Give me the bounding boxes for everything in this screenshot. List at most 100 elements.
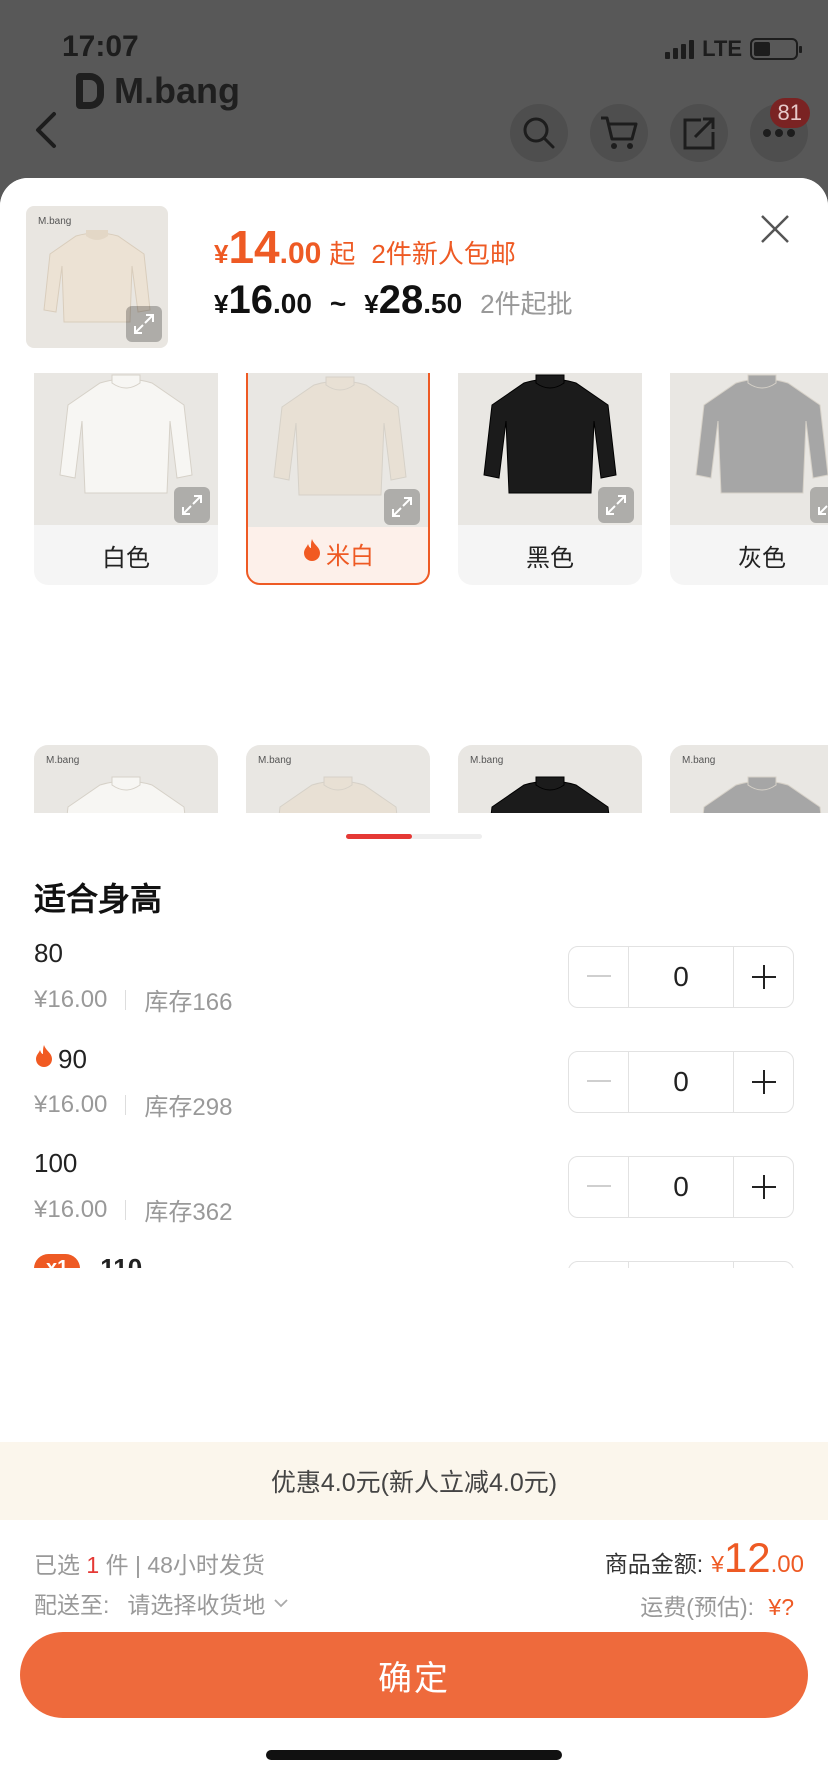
- cart-badge: 81: [769, 98, 810, 128]
- chevron-down-icon: [274, 1599, 289, 1608]
- sku-sheet: M.bang ¥ 14 .00 起 2件新人包邮 ¥ 16 .00 ~ ¥ 28…: [0, 178, 828, 1792]
- color-swatch-image: M.bang: [458, 745, 642, 813]
- quantity-value[interactable]: 0: [629, 1052, 733, 1112]
- cart-icon: [601, 116, 638, 149]
- expand-icon[interactable]: [174, 487, 210, 523]
- quantity-stepper: 1: [568, 1261, 794, 1268]
- size-name: x1 110: [34, 1253, 142, 1268]
- plus-icon: [751, 1175, 776, 1199]
- fire-icon: [34, 1043, 54, 1076]
- background-page: 17:07 LTE M.bang 81: [0, 0, 828, 200]
- goods-amount: 商品金额: ¥ 12 .00: [604, 1534, 804, 1581]
- search-button[interactable]: [510, 104, 568, 162]
- divider: [125, 1199, 127, 1220]
- color-card-logo: M.bang: [682, 755, 716, 766]
- size-name: 80: [34, 938, 63, 968]
- close-icon[interactable]: [758, 212, 792, 246]
- quantity-stepper: 0: [568, 1051, 794, 1113]
- decrement-button[interactable]: [569, 1262, 629, 1268]
- color-card-logo: M.bang: [470, 755, 504, 766]
- fire-icon: [302, 538, 322, 568]
- size-price: ¥16.00: [34, 985, 108, 1013]
- minus-icon: [586, 1080, 611, 1082]
- minus-icon: [586, 1185, 611, 1187]
- quantity-value[interactable]: 0: [629, 947, 733, 1007]
- network-label: LTE: [702, 36, 742, 61]
- increment-button[interactable]: [733, 947, 793, 1007]
- color-option[interactable]: 黑色: [458, 373, 642, 585]
- color-option-label: 灰色: [738, 544, 786, 572]
- order-summary: 已选 1 件 | 48小时发货 配送至: 请选择收货地 商品金额: ¥ 12 .…: [0, 1520, 828, 1792]
- share-button[interactable]: [670, 104, 728, 162]
- expand-icon[interactable]: [598, 487, 634, 523]
- color-card-logo: M.bang: [258, 755, 292, 766]
- color-option[interactable]: 灰色: [670, 373, 828, 585]
- decrement-button[interactable]: [569, 1157, 629, 1217]
- quantity-value[interactable]: 0: [629, 1157, 733, 1217]
- home-indicator: [266, 1750, 562, 1760]
- size-meta: ¥16.00 库存362: [34, 1192, 232, 1227]
- decrement-button[interactable]: [569, 947, 629, 1007]
- increment-button[interactable]: [733, 1157, 793, 1217]
- size-row: 80 ¥16.00 库存166 0: [0, 938, 828, 1058]
- size-meta: ¥16.00 库存298: [34, 1087, 232, 1122]
- size-stock: 库存298: [144, 1094, 233, 1121]
- selected-info: 已选 1 件 | 48小时发货: [34, 1552, 265, 1578]
- decrement-button[interactable]: [569, 1052, 629, 1112]
- new-user-promo: 2件新人包邮: [371, 239, 516, 269]
- expand-icon[interactable]: [384, 489, 420, 525]
- signal-icon: [665, 39, 695, 59]
- ship-to[interactable]: 配送至: 请选择收货地: [34, 1586, 289, 1620]
- confirm-button[interactable]: 确定: [20, 1632, 808, 1718]
- status-indicators: LTE: [665, 36, 802, 62]
- price-range: ¥ 16 .00 ~ ¥ 28 .50 2件起批: [214, 278, 573, 322]
- product-thumbnail[interactable]: M.bang: [26, 206, 168, 348]
- min-order: 2件起批: [480, 289, 573, 319]
- quantity-stepper: 0: [568, 1156, 794, 1218]
- color-option[interactable]: M.bang预售米白: [246, 745, 430, 813]
- size-row: 100 ¥16.00 库存362 0: [0, 1148, 828, 1268]
- plus-icon: [751, 1070, 776, 1094]
- brand-logo: M.bang: [76, 70, 240, 112]
- selected-qty-badge: x1: [34, 1254, 81, 1268]
- share-icon: [683, 117, 715, 150]
- size-stock: 库存362: [144, 1199, 233, 1226]
- expand-icon[interactable]: [810, 487, 828, 523]
- freight-estimate: 运费(预估): ¥?: [640, 1594, 794, 1620]
- back-icon[interactable]: [30, 110, 66, 150]
- more-icon: [763, 129, 795, 137]
- size-list: 80 ¥16.00 库存166 0 90 ¥16.00 库存298 0 100 ¥16.00 库存3…: [0, 938, 828, 1268]
- brand-mark-icon: [76, 73, 104, 109]
- expand-icon[interactable]: [126, 306, 162, 342]
- color-option[interactable]: 白色: [34, 373, 218, 585]
- divider: [125, 1094, 127, 1115]
- more-button[interactable]: 81: [750, 98, 810, 162]
- battery-icon: [750, 38, 802, 60]
- size-name: 90: [34, 1043, 87, 1076]
- discount-bar: 优惠4.0元(新人立减4.0元): [0, 1442, 828, 1520]
- plus-icon: [751, 965, 776, 989]
- quantity-value[interactable]: 1: [629, 1262, 733, 1268]
- size-price: ¥16.00: [34, 1090, 108, 1118]
- header-actions: 81: [510, 98, 810, 162]
- quantity-stepper: 0: [568, 946, 794, 1008]
- color-selector: 白色米白黑色灰色M.bang预售白色M.bang预售米白M.bang预售黑色M.…: [0, 373, 828, 813]
- status-time: 17:07: [62, 30, 139, 63]
- color-option[interactable]: M.bang预售白色: [34, 745, 218, 813]
- divider: [125, 989, 127, 1010]
- cart-button[interactable]: [590, 104, 648, 162]
- color-option[interactable]: M.bang预售黑色: [458, 745, 642, 813]
- increment-button[interactable]: [733, 1262, 793, 1268]
- price-from: ¥ 14 .00 起 2件新人包邮: [214, 221, 516, 273]
- color-option[interactable]: M.bang预售灰色: [670, 745, 828, 813]
- color-option-label: 米白: [248, 523, 428, 583]
- size-row: 90 ¥16.00 库存298 0: [0, 1043, 828, 1163]
- color-option[interactable]: 米白: [246, 373, 430, 585]
- sheet-header: M.bang ¥ 14 .00 起 2件新人包邮 ¥ 16 .00 ~ ¥ 28…: [0, 178, 828, 373]
- color-scroll-indicator: [346, 834, 482, 839]
- search-icon: [523, 117, 555, 149]
- color-swatch-image: M.bang: [670, 745, 828, 813]
- color-swatch-image: [670, 373, 828, 525]
- increment-button[interactable]: [733, 1052, 793, 1112]
- ship-address[interactable]: 请选择收货地: [127, 1586, 265, 1620]
